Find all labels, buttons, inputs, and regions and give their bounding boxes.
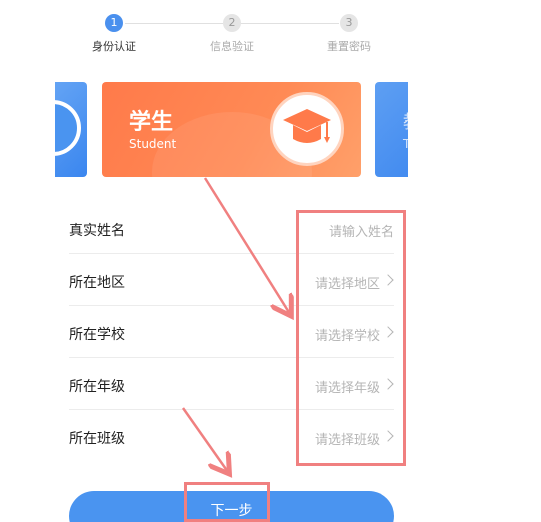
field-label: 所在班级 bbox=[69, 431, 125, 447]
step-verify: 2 信息验证 bbox=[182, 14, 282, 54]
step-number: 3 bbox=[340, 14, 358, 32]
role-icon-ring bbox=[55, 100, 81, 156]
annotation-box-button bbox=[184, 482, 270, 522]
role-card-previous[interactable] bbox=[55, 82, 87, 177]
left-background bbox=[0, 0, 55, 522]
graduation-cap-icon bbox=[270, 92, 344, 166]
graduation-cap-svg bbox=[283, 109, 331, 143]
step-label: 身份认证 bbox=[92, 40, 136, 53]
role-card-next[interactable]: 教 T bbox=[375, 82, 408, 177]
step-label: 信息验证 bbox=[210, 40, 254, 53]
step-number: 1 bbox=[105, 14, 123, 32]
field-label: 真实姓名 bbox=[69, 223, 125, 239]
field-label: 所在年级 bbox=[69, 379, 125, 395]
role-title: 学生 bbox=[129, 110, 174, 135]
role-card-student[interactable]: 学生 Student bbox=[102, 82, 361, 177]
annotation-box-fields bbox=[296, 210, 406, 466]
progress-stepper: 1 身份认证 2 信息验证 3 重置密码 bbox=[55, 14, 408, 64]
role-title-next: 教 bbox=[403, 108, 408, 134]
step-identity: 1 身份认证 bbox=[64, 14, 164, 54]
field-label: 所在学校 bbox=[69, 327, 125, 343]
step-reset: 3 重置密码 bbox=[299, 14, 399, 54]
field-label: 所在地区 bbox=[69, 275, 125, 291]
step-number: 2 bbox=[223, 14, 241, 32]
role-subtitle: Student bbox=[129, 137, 177, 151]
right-background bbox=[408, 0, 541, 522]
step-label: 重置密码 bbox=[327, 40, 371, 53]
role-subtitle-next: T bbox=[403, 137, 408, 151]
